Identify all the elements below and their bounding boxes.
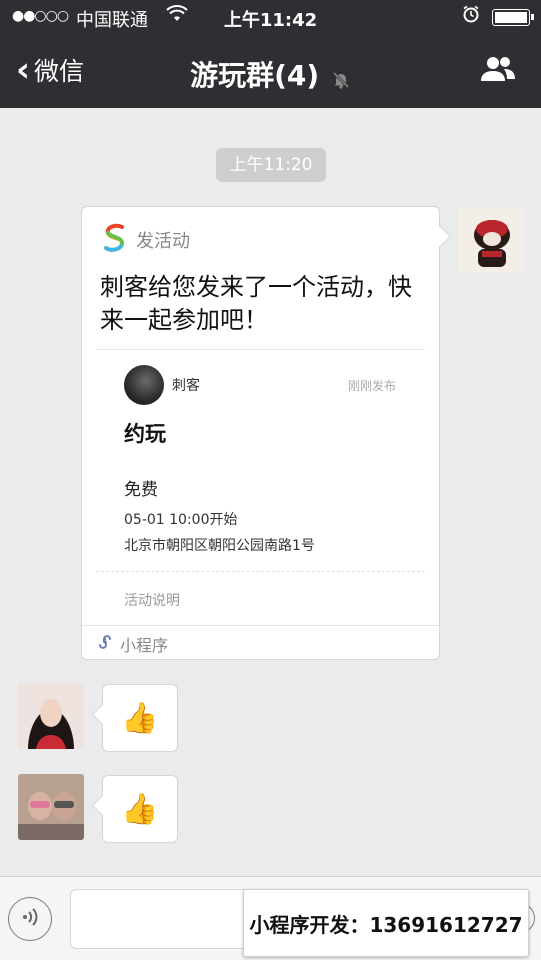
voice-icon (19, 906, 41, 933)
alarm-icon (462, 5, 480, 28)
card-headline: 刺客给您发来了一个活动，快来一起参加吧！ (100, 273, 412, 334)
contact-watermark: 小程序开发：13691612727 (243, 889, 529, 957)
member-avatar[interactable] (18, 683, 84, 749)
event-description-label: 活动说明 (124, 593, 180, 609)
card-divider (96, 349, 425, 350)
event-address: 北京市朝阳区朝阳公园南路1号 (124, 538, 315, 554)
status-bar: ●●○○○ 中国联通 上午11:42 (0, 0, 541, 34)
card-app-name: 发活动 (136, 231, 190, 252)
mini-program-label: 小程序 (120, 635, 169, 655)
group-members-icon (478, 57, 518, 88)
activity-card[interactable]: 发活动 刺客给您发来了一个活动，快来一起参加吧！ 刺客 刚刚发布 约玩 免费 0… (81, 206, 440, 660)
posted-status: 刚刚发布 (348, 379, 397, 393)
activity-app-logo-icon (102, 223, 128, 257)
reaction-message[interactable]: 👍 (102, 775, 178, 843)
group-name: 游玩群(4) (190, 59, 320, 92)
event-title: 约玩 (124, 422, 166, 446)
chat-header: ‹ 微信 游玩群(4) (0, 34, 541, 108)
status-time: 上午11:42 (223, 10, 318, 31)
reaction-message[interactable]: 👍 (102, 684, 178, 752)
chat-title: 游玩群(4) (0, 54, 541, 94)
mini-program-icon (96, 633, 114, 655)
my-avatar[interactable] (458, 207, 524, 273)
mute-bell-icon (325, 69, 351, 90)
event-price: 免费 (124, 480, 158, 500)
card-app-row: 发活动 (102, 223, 190, 257)
member-avatar[interactable] (18, 774, 84, 840)
host-avatar (124, 365, 164, 405)
thumbs-up-icon: 👍 (121, 700, 159, 736)
voice-input-button[interactable] (8, 897, 52, 941)
battery-icon (492, 9, 534, 26)
message-timestamp: 上午11:20 (216, 148, 326, 182)
event-start-time: 05-01 10:00开始 (124, 512, 238, 528)
mini-program-footer: 小程序 (82, 625, 439, 661)
host-name: 刺客 (172, 378, 200, 394)
group-info-button[interactable] (478, 54, 518, 88)
card-dashed-divider (96, 571, 425, 572)
thumbs-up-icon: 👍 (121, 791, 159, 827)
